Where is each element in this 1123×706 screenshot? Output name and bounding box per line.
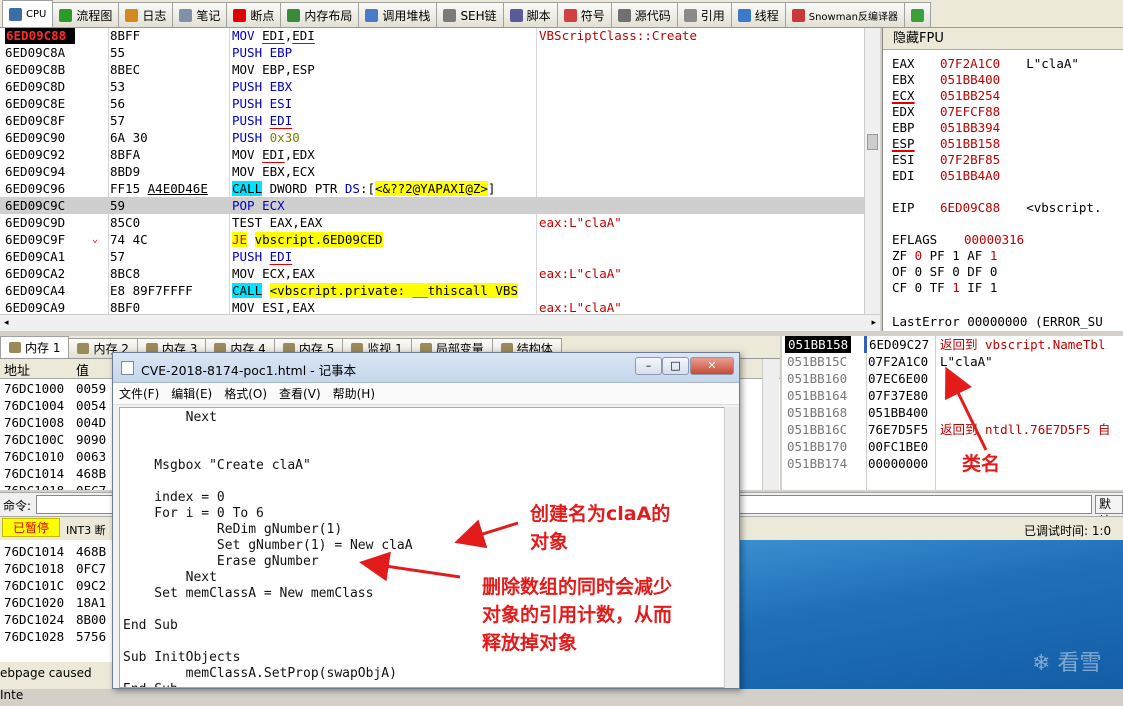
arrow-to-new-claa (454, 519, 519, 549)
annotation-erase-release: 删除数组的同时会减少 对象的引用计数，从而 释放掉对象 (482, 576, 673, 654)
annotation-create-claa: 创建名为claA的 对象 (530, 503, 671, 553)
arrow-to-class-name (945, 366, 988, 451)
annotation-class-name: 类名 (962, 453, 1001, 475)
arrow-to-erase (359, 551, 461, 582)
